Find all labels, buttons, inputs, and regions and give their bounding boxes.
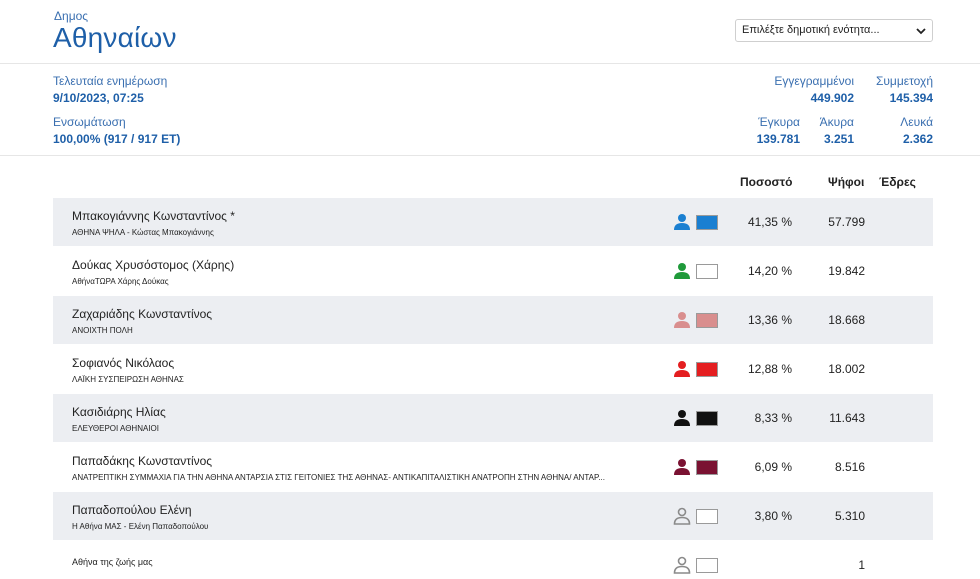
votes-value: 19.842 [828,264,865,278]
table-row[interactable]: Παπαδάκης Κωνσταντίνος ΑΝΑΤΡΕΠΤΙΚΗ ΣΥΜΜΑ… [53,443,933,491]
person-icon [674,410,690,426]
party-color-swatch [696,313,718,328]
votes-value: 5.310 [834,509,865,523]
percentage-value: 12,88 % [747,362,792,376]
party-name: ΕΛΕΥΘΕΡΟΙ ΑΘΗΝΑΙΟΙ [72,424,159,433]
incorporation-value: 100,00% (917 / 917 ΕΤ) [53,132,181,146]
col-percentage-header: Ποσοστό [740,175,793,189]
candidate-name: Αθήνα της ζωής μας [72,557,153,567]
person-icon [674,214,690,230]
candidate-name: Δούκας Χρυσόστομος (Χάρης) [72,258,235,272]
col-votes-header: Ψήφοι [828,175,865,189]
stats-panel: Τελευταία ενημέρωση 9/10/2023, 07:25 Ενσ… [0,64,980,156]
table-row[interactable]: Δούκας Χρυσόστομος (Χάρης) ΑθήναΤΩΡΑ Χάρ… [53,247,933,295]
chevron-down-icon [916,28,926,35]
percentage-value: 6,09 % [754,460,792,474]
party-name: ΑΘΗΝΑ ΨΗΛΑ - Κώστας Μπακογιάννης [72,228,214,237]
turnout-label: Συμμετοχή [875,74,933,88]
valid-label: Έγκυρα [758,115,800,129]
votes-value: 18.002 [828,362,865,376]
votes-value: 8.516 [834,460,865,474]
percentage-value: 3,80 % [754,509,792,523]
candidate-name: Παπαδάκης Κωνσταντίνος [72,454,213,468]
invalid-value: 3.251 [823,132,854,146]
person-icon [674,312,690,328]
candidate-name: Μπακογιάννης Κωνσταντίνος * [72,209,235,223]
unit-select[interactable]: Επιλέξτε δημοτική ενότητα... [735,19,933,42]
votes-value: 18.668 [828,313,865,327]
turnout-value: 145.394 [889,91,933,105]
col-seats-header: Έδρες [879,175,916,189]
table-row[interactable]: Ζαχαριάδης Κωνσταντίνος ΑΝΟΙΧΤΗ ΠΟΛΗ 13,… [53,296,933,344]
last-update-label: Τελευταία ενημέρωση [53,74,168,88]
registered-value: 449.902 [810,91,854,105]
candidate-name: Σοφιανός Νικόλαος [72,356,175,370]
party-name: ΑθήναΤΩΡΑ Χάρης Δούκας [72,277,169,286]
valid-value: 139.781 [756,132,800,146]
votes-value: 11.643 [829,411,865,425]
registered-label: Εγγεγραμμένοι [774,74,854,88]
table-row[interactable]: Κασιδιάρης Ηλίας ΕΛΕΥΘΕΡΟΙ ΑΘΗΝΑΙΟΙ 8,33… [53,394,933,442]
percentage-value: 8,33 % [754,411,792,425]
table-row[interactable]: Αθήνα της ζωής μας 1 [53,541,933,579]
person-icon [674,263,690,279]
party-color-swatch [696,411,718,426]
last-update-value: 9/10/2023, 07:25 [53,91,144,105]
municipality-header: Δημος Αθηναίων Επιλέξτε δημοτική ενότητα… [0,0,980,64]
party-color-swatch [696,509,718,524]
unit-select-text: Επιλέξτε δημοτική ενότητα... [742,24,880,36]
party-color-swatch [696,460,718,475]
party-name: ΑΝΟΙΧΤΗ ΠΟΛΗ [72,326,133,335]
incorporation-label: Ενσωμάτωση [53,115,126,129]
percentage-value: 13,36 % [747,313,792,327]
party-name: ΑΝΑΤΡΕΠΤΙΚΗ ΣΥΜΜΑΧΙΑ ΓΙΑ ΤΗΝ ΑΘΗΝΑ ΑΝΤΑΡ… [72,473,605,482]
percentage-value: 41,35 % [747,215,792,229]
votes-value: 57.799 [828,215,865,229]
candidate-name: Κασιδιάρης Ηλίας [72,405,166,419]
candidate-name: Ζαχαριάδης Κωνσταντίνος [72,307,213,321]
municipality-name: Αθηναίων [53,22,177,53]
table-row[interactable]: Μπακογιάννης Κωνσταντίνος * ΑΘΗΝΑ ΨΗΛΑ -… [53,198,933,246]
person-icon [673,507,691,525]
table-row[interactable]: Σοφιανός Νικόλαος ΛΑΪΚΗ ΣΥΣΠΕΙΡΩΣΗ ΑΘΗΝΑ… [53,345,933,393]
votes-value: 1 [858,558,865,572]
party-name: ΛΑΪΚΗ ΣΥΣΠΕΙΡΩΣΗ ΑΘΗΝΑΣ [72,375,184,384]
party-color-swatch [696,215,718,230]
invalid-label: Άκυρα [819,115,854,129]
municipality-label: Δημος [54,9,89,23]
percentage-value: 14,20 % [747,264,792,278]
party-color-swatch [696,264,718,279]
person-icon [674,361,690,377]
candidate-name: Παπαδοπούλου Ελένη [72,503,192,517]
table-row[interactable]: Παπαδοπούλου Ελένη Η Αθήνα ΜΑΣ - Ελένη Π… [53,492,933,540]
person-icon [674,459,690,475]
blank-label: Λευκά [900,115,933,129]
person-icon [673,556,691,574]
blank-value: 2.362 [902,132,933,146]
party-color-swatch [696,362,718,377]
party-name: Η Αθήνα ΜΑΣ - Ελένη Παπαδοπούλου [72,522,209,531]
party-color-swatch [696,558,718,573]
